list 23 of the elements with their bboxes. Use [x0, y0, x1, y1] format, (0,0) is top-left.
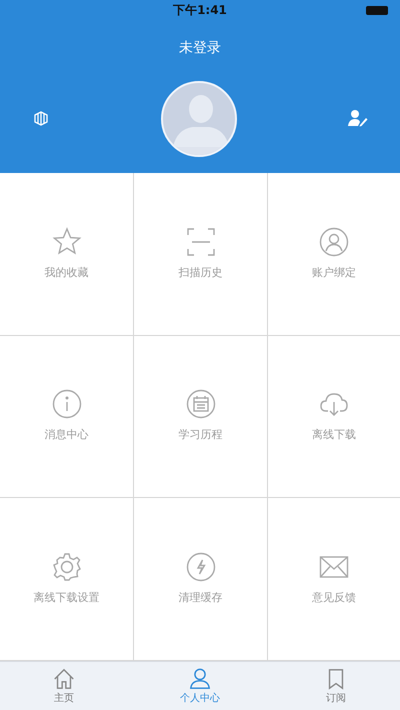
gear-icon: [52, 552, 82, 582]
cube-icon[interactable]: [32, 109, 50, 127]
user-circle-icon: [319, 226, 349, 257]
tab[interactable]: 订阅: [272, 662, 400, 710]
tab[interactable]: 主页: [0, 662, 128, 710]
home-icon: [52, 666, 76, 690]
grid-tile[interactable]: 我的收藏: [0, 173, 134, 336]
user-edit-icon[interactable]: [348, 109, 368, 127]
grid-tile[interactable]: 学习历程: [134, 336, 268, 498]
battery-icon: [366, 6, 388, 15]
user-icon: [188, 666, 212, 690]
info-icon: [52, 389, 82, 420]
scan-frame-icon: [186, 226, 216, 257]
grid-tile[interactable]: 扫描历史: [134, 173, 268, 336]
calendar-icon: [186, 389, 216, 420]
header-title: 未登录: [179, 39, 221, 58]
star-icon: [52, 226, 82, 257]
grid-tile[interactable]: 消息中心: [0, 336, 134, 498]
grid-tile[interactable]: 清理缓存: [134, 498, 268, 661]
lightning-icon: [186, 552, 216, 582]
tab[interactable]: 个人中心: [128, 662, 272, 710]
grid-tile[interactable]: 离线下载设置: [0, 498, 134, 661]
status-time: 下午1:41: [173, 2, 227, 19]
